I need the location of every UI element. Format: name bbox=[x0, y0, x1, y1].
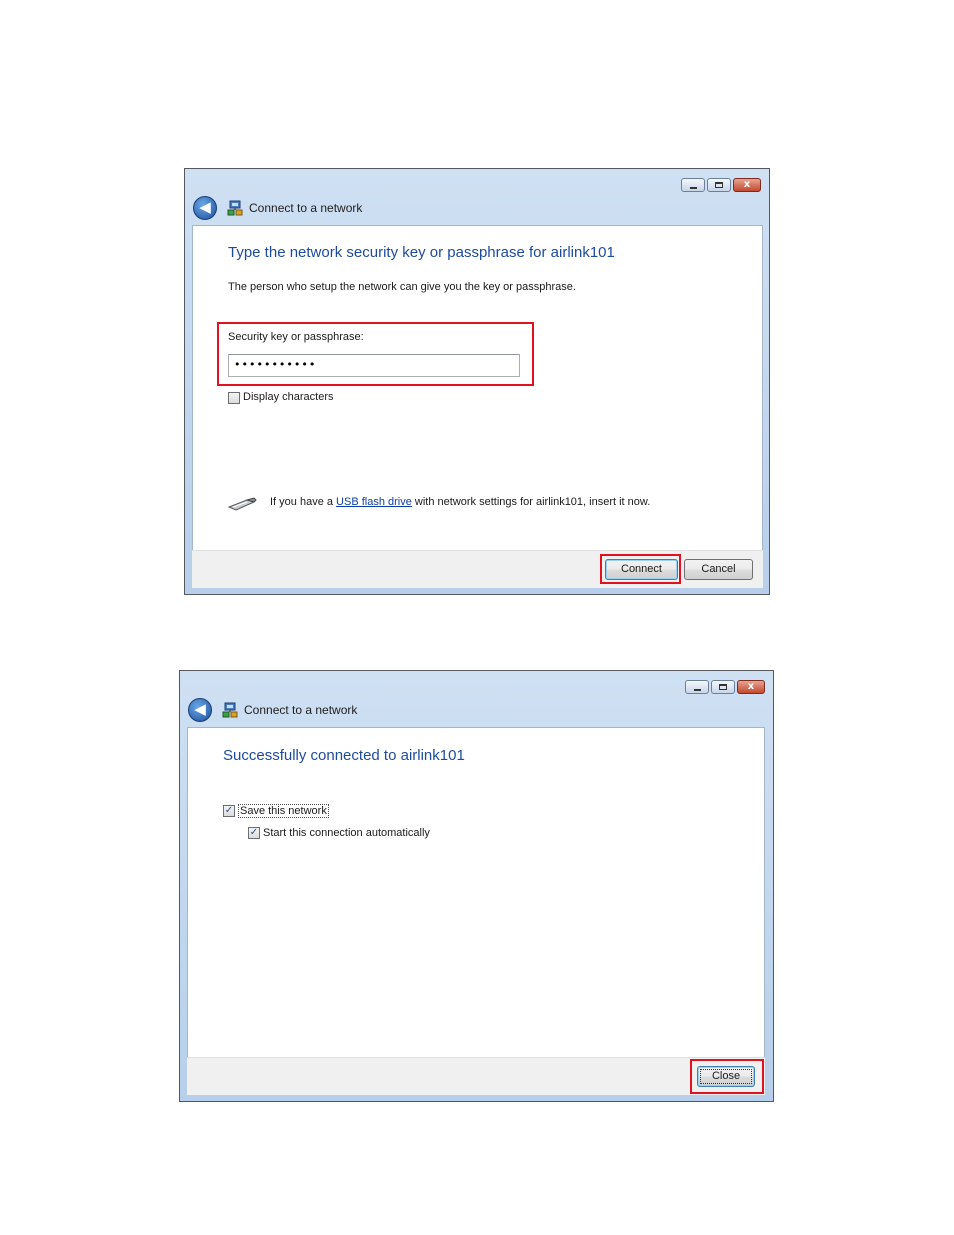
connect-window-success: x ◀ Connect to a network Successfully co… bbox=[179, 670, 774, 1102]
back-arrow-icon[interactable]: ◀ bbox=[188, 698, 212, 722]
page-heading: Successfully connected to airlink101 bbox=[223, 747, 465, 764]
window-title: Connect to a network bbox=[244, 703, 358, 717]
minimize-button[interactable] bbox=[681, 178, 705, 192]
highlight-box-close bbox=[690, 1059, 764, 1094]
connect-window-passphrase: x ◀ Connect to a network Type the networ… bbox=[184, 168, 770, 595]
usb-text-before: If you have a bbox=[270, 496, 337, 508]
highlight-box-security-key bbox=[217, 322, 534, 386]
window-title: Connect to a network bbox=[249, 201, 363, 215]
display-characters-checkbox[interactable] bbox=[228, 392, 240, 404]
network-icon bbox=[227, 200, 243, 216]
usb-instructions: If you have a USB flash drive with netwo… bbox=[270, 496, 650, 508]
dialog-footer: Connect Cancel bbox=[192, 550, 763, 588]
navigation-bar: ◀ Connect to a network bbox=[188, 697, 357, 723]
usb-text-after: with network settings for airlink101, in… bbox=[411, 496, 651, 508]
save-network-label[interactable]: Save this network bbox=[238, 804, 329, 818]
highlight-box-connect bbox=[600, 554, 681, 584]
close-window-button[interactable]: x bbox=[733, 178, 761, 192]
back-arrow-icon[interactable]: ◀ bbox=[193, 196, 217, 220]
usb-flash-drive-link[interactable]: USB flash drive bbox=[336, 496, 412, 508]
window-controls: x bbox=[681, 178, 761, 192]
description-text: The person who setup the network can giv… bbox=[228, 281, 576, 293]
cancel-button[interactable]: Cancel bbox=[684, 559, 753, 580]
dialog-content: Successfully connected to airlink101 ✓ S… bbox=[187, 727, 765, 1057]
start-automatically-label[interactable]: Start this connection automatically bbox=[263, 827, 430, 839]
display-characters-label[interactable]: Display characters bbox=[243, 391, 333, 403]
dialog-footer: Close bbox=[187, 1057, 765, 1095]
page-heading: Type the network security key or passphr… bbox=[228, 244, 615, 261]
usb-drive-icon bbox=[227, 497, 257, 511]
network-icon bbox=[222, 702, 238, 718]
minimize-button[interactable] bbox=[685, 680, 709, 694]
window-controls: x bbox=[685, 680, 765, 694]
close-window-button[interactable]: x bbox=[737, 680, 765, 694]
navigation-bar: ◀ Connect to a network bbox=[193, 195, 362, 221]
maximize-button[interactable] bbox=[711, 680, 735, 694]
start-automatically-checkbox[interactable]: ✓ bbox=[248, 827, 260, 839]
save-network-checkbox[interactable]: ✓ bbox=[223, 805, 235, 817]
dialog-content: Type the network security key or passphr… bbox=[192, 225, 763, 550]
maximize-button[interactable] bbox=[707, 178, 731, 192]
